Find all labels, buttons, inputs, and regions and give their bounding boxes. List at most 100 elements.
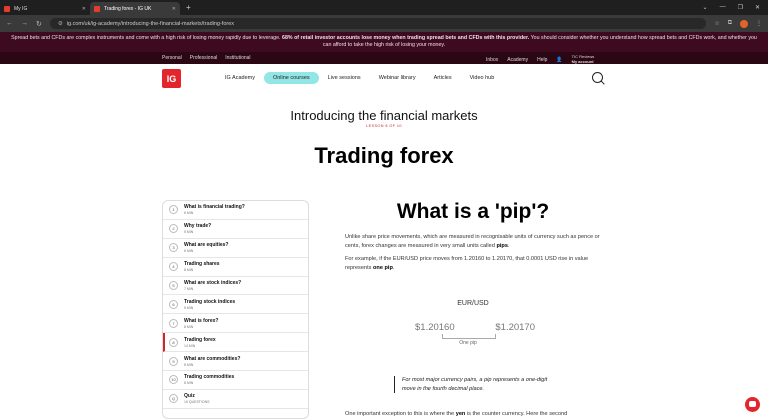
- quiz-question-count: 10 QUESTIONS: [184, 400, 210, 405]
- account-menu[interactable]: TIC Reviews My account: [572, 54, 595, 64]
- ig-favicon-icon: [94, 5, 100, 12]
- ig-logo[interactable]: IG: [162, 69, 181, 88]
- back-icon[interactable]: ←: [6, 20, 13, 27]
- forward-icon[interactable]: →: [21, 20, 28, 27]
- lesson-number: 2: [169, 224, 178, 234]
- lesson-duration: 14 MIN: [184, 343, 196, 348]
- lesson-duration: 7 MIN: [184, 287, 194, 291]
- minimize-icon[interactable]: —: [720, 4, 726, 11]
- lesson-duration: 5 MIN: [184, 230, 194, 235]
- lesson-item-quiz[interactable]: Q Quiz 10 QUESTIONS: [163, 390, 308, 409]
- paragraph-1-text: Unlike share price movements, which are …: [345, 234, 600, 249]
- new-tab-icon[interactable]: +: [186, 3, 191, 12]
- site-header: Personal Professional Institutional Inbo…: [0, 52, 768, 93]
- tab-label: Trading forex - IG UK: [104, 5, 152, 12]
- course-title: Introducing the financial markets: [290, 108, 478, 123]
- lesson-number: 4: [169, 262, 178, 272]
- address-bar[interactable]: ⚙ ig.com/uk/ig-academy/introducing-the-f…: [49, 18, 707, 29]
- segment-institutional[interactable]: Institutional: [225, 55, 250, 61]
- lesson-title: What is forex?: [184, 317, 219, 324]
- risk-text-before: Spread bets and CFDs are complex instrum…: [11, 35, 281, 41]
- nav-live-sessions[interactable]: Live sessions: [319, 72, 370, 84]
- nav-ig-academy[interactable]: IG Academy: [216, 72, 264, 84]
- pip-label: One pip: [459, 340, 477, 346]
- segment-links: Personal Professional Institutional: [162, 55, 251, 61]
- reload-icon[interactable]: ↻: [36, 20, 42, 28]
- close-tab-icon[interactable]: ✕: [172, 6, 176, 12]
- tab-label: My IG: [14, 5, 28, 12]
- inbox-link[interactable]: Inbox: [486, 57, 498, 63]
- browser-tab-trading-forex[interactable]: Trading forex - IG UK ✕: [90, 2, 180, 15]
- lesson-item-9[interactable]: 9 What are commodities? 8 MIN: [163, 352, 308, 372]
- pip-bracket: [442, 334, 496, 339]
- lesson-number: 6: [169, 299, 178, 309]
- help-link[interactable]: Help: [537, 57, 547, 63]
- browser-toolbar: ← → ↻ ⚙ ig.com/uk/ig-academy/introducing…: [0, 15, 768, 32]
- lesson-number: 9: [169, 356, 178, 366]
- lesson-item-2[interactable]: 2 Why trade? 5 MIN: [163, 220, 308, 239]
- nav-video-hub[interactable]: Video hub: [461, 72, 504, 84]
- maximize-icon[interactable]: ❐: [738, 4, 743, 11]
- lesson-number: 5: [169, 281, 178, 290]
- price-example: $1.20160 $1.20170: [415, 322, 535, 333]
- lesson-item-1[interactable]: 1 What is financial trading? 6 MIN: [163, 201, 308, 220]
- lesson-title: Trading forex: [184, 336, 216, 343]
- lesson-item-8-current[interactable]: 8 Trading forex 14 MIN: [163, 333, 308, 353]
- pull-quote: For most major currency pairs, a pip rep…: [394, 376, 554, 393]
- nav-online-courses[interactable]: Online courses: [263, 72, 319, 84]
- lesson-number: 7: [169, 318, 178, 328]
- ig-favicon-icon: [4, 5, 10, 12]
- lesson-duration: 6 MIN: [184, 211, 194, 216]
- paragraph-3: One important exception to this is where…: [345, 410, 601, 419]
- paragraph-1: Unlike share price movements, which are …: [345, 234, 600, 249]
- lesson-item-10[interactable]: 10 Trading commodities 8 MIN: [163, 371, 308, 390]
- lesson-duration: 8 MIN: [184, 268, 194, 273]
- site-info-icon[interactable]: ⚙: [58, 21, 63, 27]
- user-icon: 👤: [556, 56, 563, 63]
- segment-personal[interactable]: Personal: [162, 55, 182, 61]
- lesson-item-7[interactable]: 7 What is forex? 8 MIN: [163, 314, 308, 334]
- nav-articles[interactable]: Articles: [425, 72, 461, 84]
- currency-pair-label: EUR/USD: [457, 300, 489, 307]
- nav-webinar-library[interactable]: Webinar library: [370, 72, 425, 84]
- profile-avatar[interactable]: [740, 19, 748, 28]
- lesson-title: What are commodities?: [184, 355, 241, 362]
- lesson-item-3[interactable]: 3 What are equities? 6 MIN: [163, 239, 308, 258]
- lesson-title: What are stock indices?: [184, 280, 242, 286]
- url-text: ig.com/uk/ig-academy/introducing-the-fin…: [66, 20, 235, 27]
- quiz-icon: Q: [169, 394, 178, 404]
- close-window-icon[interactable]: ✕: [755, 4, 760, 11]
- search-icon[interactable]: [592, 72, 603, 83]
- price-from: $1.20160: [415, 322, 455, 333]
- menu-dots-icon[interactable]: ⋮: [756, 20, 762, 27]
- extensions-icon[interactable]: ⧉: [728, 20, 732, 27]
- lesson-number: 10: [169, 375, 178, 385]
- primary-nav: IG Academy Online courses Live sessions …: [216, 72, 503, 84]
- lesson-item-6[interactable]: 6 Trading stock indices 5 MIN: [163, 295, 308, 315]
- lesson-title: What is financial trading?: [184, 204, 245, 211]
- bookmark-star-icon[interactable]: ☆: [714, 20, 719, 27]
- lesson-number: 8: [169, 337, 178, 347]
- risk-text-bold: 68% of retail investor accounts lose mon…: [282, 35, 530, 41]
- lesson-item-5[interactable]: 5 What are stock indices? 7 MIN: [163, 277, 308, 296]
- lesson-item-4[interactable]: 4 Trading shares 8 MIN: [163, 258, 308, 277]
- lesson-duration: 6 MIN: [184, 249, 194, 254]
- paragraph-2: For example, if the EUR/USD price moves …: [345, 256, 589, 271]
- lesson-duration: 8 MIN: [184, 324, 194, 329]
- header-main-row: IG IG Academy Online courses Live sessio…: [0, 64, 768, 93]
- lesson-content: What is a 'pip'? Unlike share price move…: [345, 200, 601, 417]
- lesson-title: Trading shares: [184, 261, 220, 268]
- segment-professional[interactable]: Professional: [190, 55, 218, 61]
- lesson-title: Why trade?: [184, 223, 212, 230]
- browser-tab-my-ig[interactable]: My IG ✕: [0, 2, 90, 15]
- paragraph-3-text-a: One important exception to this is where…: [345, 411, 455, 417]
- chat-button[interactable]: [745, 397, 760, 412]
- risk-warning-banner: Spread bets and CFDs are complex instrum…: [0, 32, 768, 52]
- close-tab-icon[interactable]: ✕: [82, 6, 86, 12]
- lesson-duration: 5 MIN: [184, 305, 194, 310]
- lesson-number: 1: [169, 205, 178, 215]
- chevron-down-icon[interactable]: ⌄: [703, 4, 708, 11]
- page-title: Trading forex: [314, 143, 454, 168]
- academy-link[interactable]: Academy: [507, 57, 528, 63]
- yen-term: yen: [455, 411, 466, 417]
